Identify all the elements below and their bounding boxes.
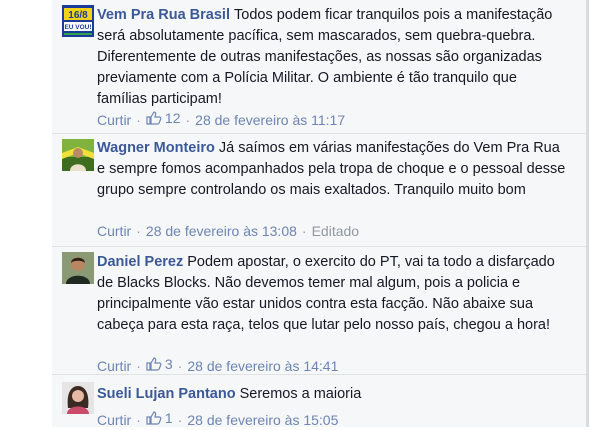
comment-item: Sueli Lujan Pantano Seremos a maioria Cur…: [52, 375, 589, 428]
like-count[interactable]: 1: [146, 408, 173, 428]
edited-label[interactable]: Editado: [312, 223, 359, 239]
avatar-logo-text: 16/8: [68, 10, 88, 21]
thumbs-up-icon: [146, 357, 162, 371]
comment-list: 16/8 EU VOU! Vem Pra Rua Brasil Todos pod…: [52, 0, 589, 428]
avatar-logo-subtext: EU VOU!: [64, 24, 91, 31]
like-count-value: 1: [164, 410, 173, 426]
separator: ·: [136, 223, 141, 239]
like-count[interactable]: 3: [146, 354, 173, 374]
comment-meta: Curtir · 3 · 28 de fevereiro às 14:41: [97, 354, 338, 376]
comment-author-link[interactable]: Vem Pra Rua Brasil: [97, 7, 230, 23]
comment-text: Seremos a maioria: [239, 386, 362, 402]
comment-author-link[interactable]: Daniel Perez: [97, 254, 183, 270]
like-count-value: 12: [164, 110, 181, 126]
separator: ·: [136, 358, 141, 374]
avatar[interactable]: [62, 382, 94, 414]
comment-body: Wagner Monteiro Já saímos em várias manif…: [97, 138, 567, 201]
like-button[interactable]: Curtir: [97, 412, 131, 428]
comment-item: Wagner Monteiro Já saímos em várias manif…: [52, 134, 589, 246]
like-button[interactable]: Curtir: [97, 358, 131, 374]
like-button[interactable]: Curtir: [97, 223, 131, 239]
comment-author-link[interactable]: Wagner Monteiro: [97, 140, 215, 156]
separator: ·: [136, 112, 141, 128]
comment-timestamp[interactable]: 28 de fevereiro às 11:17: [195, 112, 345, 128]
profile-photo: [62, 139, 94, 171]
comment-timestamp[interactable]: 28 de fevereiro às 13:08: [146, 223, 297, 239]
thumbs-up-icon: [146, 111, 162, 125]
comment-item: 16/8 EU VOU! Vem Pra Rua Brasil Todos pod…: [52, 0, 589, 133]
separator: ·: [136, 412, 141, 428]
separator: ·: [301, 223, 307, 239]
thumbs-up-icon: [146, 411, 162, 425]
separator: ·: [185, 112, 191, 128]
avatar[interactable]: [62, 252, 94, 284]
profile-photo: [62, 382, 94, 414]
avatar[interactable]: [62, 139, 94, 171]
like-button[interactable]: Curtir: [97, 112, 131, 128]
comment-body: Sueli Lujan Pantano Seremos a maioria: [97, 384, 567, 405]
comment-meta: Curtir · 12 · 28 de fevereiro às 11:17: [97, 108, 345, 130]
like-count-value: 3: [164, 356, 173, 372]
avatar[interactable]: 16/8 EU VOU!: [62, 5, 94, 37]
comment-item: Daniel Perez Podem apostar, o exercito do…: [52, 247, 589, 374]
like-count[interactable]: 12: [146, 108, 181, 128]
separator: ·: [177, 412, 183, 428]
comment-author-link[interactable]: Sueli Lujan Pantano: [97, 386, 236, 402]
profile-photo: [62, 252, 94, 284]
comment-body: Vem Pra Rua Brasil Todos podem ficar tran…: [97, 5, 567, 110]
comment-body: Daniel Perez Podem apostar, o exercito do…: [97, 252, 567, 336]
separator: ·: [177, 358, 183, 374]
comment-meta: Curtir · 28 de fevereiro às 13:08 · Editado: [97, 221, 359, 241]
comment-timestamp[interactable]: 28 de fevereiro às 14:41: [187, 358, 338, 374]
comment-timestamp[interactable]: 28 de fevereiro às 15:05: [187, 412, 338, 428]
brand-logo-avatar: 16/8 EU VOU!: [62, 5, 94, 37]
